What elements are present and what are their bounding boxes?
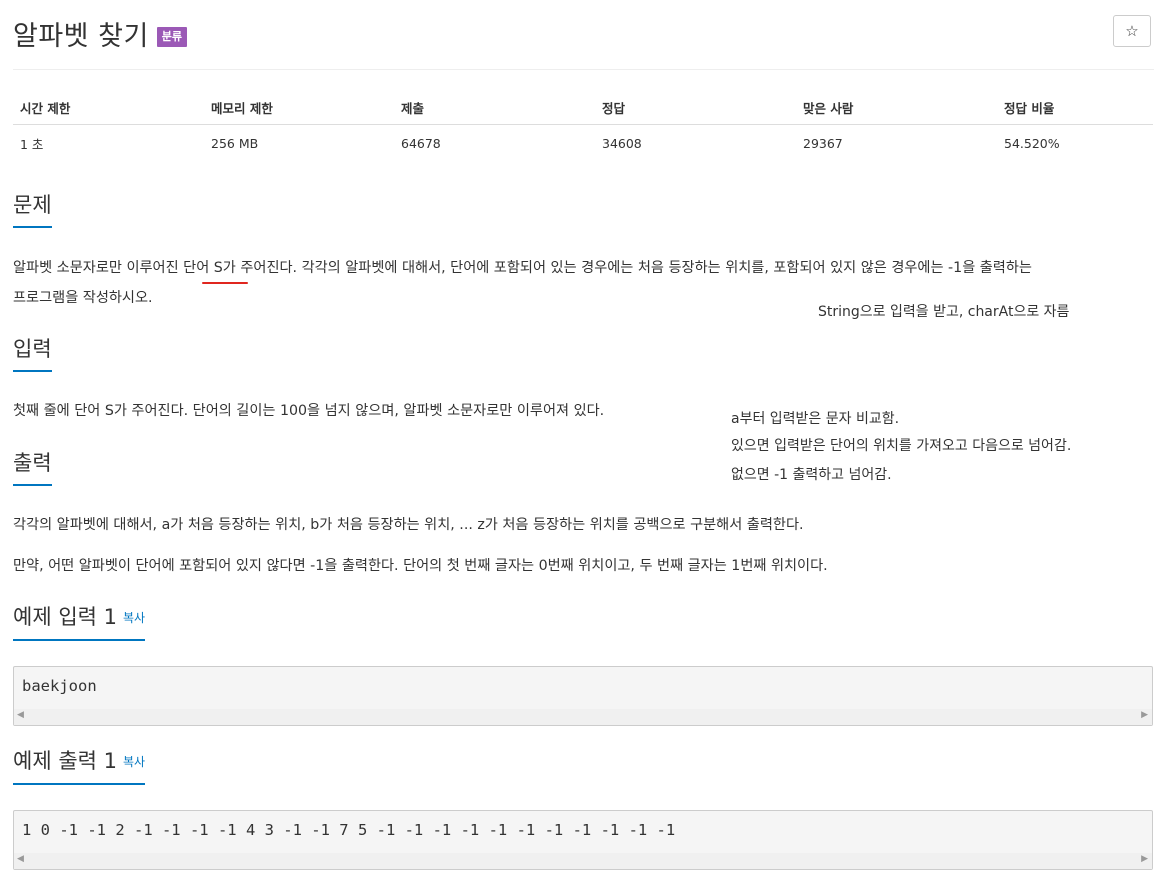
sample-output-heading: 예제 출력 1 [13,749,117,773]
page-title: 알파벳 찾기 [13,21,149,52]
favorite-button[interactable]: ☆ [1113,15,1151,47]
sample-input-heading: 예제 입력 1 [13,605,117,629]
value-solved-users[interactable]: 29367 [796,125,997,162]
header-submissions: 제출 [394,90,595,125]
output-heading: 출력 [13,448,52,486]
heading-divider [13,227,1154,228]
scroll-right-icon[interactable]: ▶ [1141,854,1148,864]
input-heading: 입력 [13,334,52,372]
value-accept-rate: 54.520% [1004,135,1060,151]
sample-output-heading-row: 예제 출력 1 복사 [13,746,1154,785]
annotation-note-2-line1: a부터 입력받은 문자 비교함. [731,411,900,427]
value-time-limit: 1 초 [20,136,44,152]
copy-sample-input-link[interactable]: 복사 [123,611,145,625]
scroll-left-icon[interactable]: ◀ [17,854,24,864]
sample-input-code: baekjoon [22,677,97,695]
header-accepted: 정답 [595,90,796,125]
input-description: 첫째 줄에 단어 S가 주어진다. 단어의 길이는 100을 넘지 않으며, 알… [13,403,605,419]
sample-input-heading-wrap: 예제 입력 1 복사 [13,602,146,641]
scroll-left-icon[interactable]: ◀ [17,710,24,720]
annotation-note-1: String으로 입력을 받고, charAt으로 자름 [818,304,1070,320]
problem-description-line1: 알파벳 소문자로만 이루어진 단어 S가 주어진다. 각각의 알파벳에 대해서,… [13,260,1032,276]
output-section-heading: 출력 [13,448,1154,486]
horizontal-scrollbar[interactable]: ◀ ▶ [14,853,1152,869]
header-time-limit: 시간 제한 [13,90,204,125]
heading-divider [13,784,1154,785]
info-value-row: 1 초 256 MB 64678 34608 29367 54.520% [13,125,1153,162]
problem-description-line2: 프로그램을 작성하시오. [13,290,153,306]
category-badge[interactable]: 분류 [156,26,188,47]
sample-input-box[interactable]: baekjoon ◀ ▶ [13,666,1153,726]
sample-output-box[interactable]: 1 0 -1 -1 2 -1 -1 -1 -1 4 3 -1 -1 7 5 -1… [13,810,1153,870]
horizontal-scrollbar[interactable]: ◀ ▶ [14,709,1152,725]
info-header-row: 시간 제한 메모리 제한 제출 정답 맞은 사람 정답 비율 [13,90,1153,125]
sample-input-heading-row: 예제 입력 1 복사 [13,602,1154,641]
problem-heading: 문제 [13,190,52,228]
output-description-line1: 각각의 알파벳에 대해서, a가 처음 등장하는 위치, b가 처음 등장하는 … [13,517,804,533]
header-memory-limit: 메모리 제한 [204,90,394,125]
problem-page: 알파벳 찾기 분류 ☆ 시간 제한 메모리 제한 제출 정답 맞은 사람 정답 … [0,0,1167,889]
value-accepted[interactable]: 34608 [595,125,796,162]
star-icon: ☆ [1125,22,1139,40]
sample-output-code: 1 0 -1 -1 2 -1 -1 -1 -1 4 3 -1 -1 7 5 -1… [22,821,676,839]
title-divider [13,69,1154,70]
problem-info-table: 시간 제한 메모리 제한 제출 정답 맞은 사람 정답 비율 1 초 256 M… [13,90,1153,161]
copy-sample-output-link[interactable]: 복사 [123,755,145,769]
header-solved-users: 맞은 사람 [796,90,997,125]
annotation-underline [202,282,248,284]
sample-output-heading-wrap: 예제 출력 1 복사 [13,746,146,785]
value-submissions[interactable]: 64678 [394,125,595,162]
scroll-right-icon[interactable]: ▶ [1141,710,1148,720]
header-accept-rate: 정답 비율 [997,90,1153,125]
heading-divider [13,371,1154,372]
input-section-heading: 입력 [13,334,1154,372]
problem-section-heading: 문제 [13,190,1154,228]
output-description-line2: 만약, 어떤 알파벳이 단어에 포함되어 있지 않다면 -1을 출력한다. 단어… [13,558,828,574]
heading-divider [13,640,1154,641]
title-row: 알파벳 찾기 분류 [13,14,188,53]
value-memory-limit: 256 MB [211,135,259,151]
